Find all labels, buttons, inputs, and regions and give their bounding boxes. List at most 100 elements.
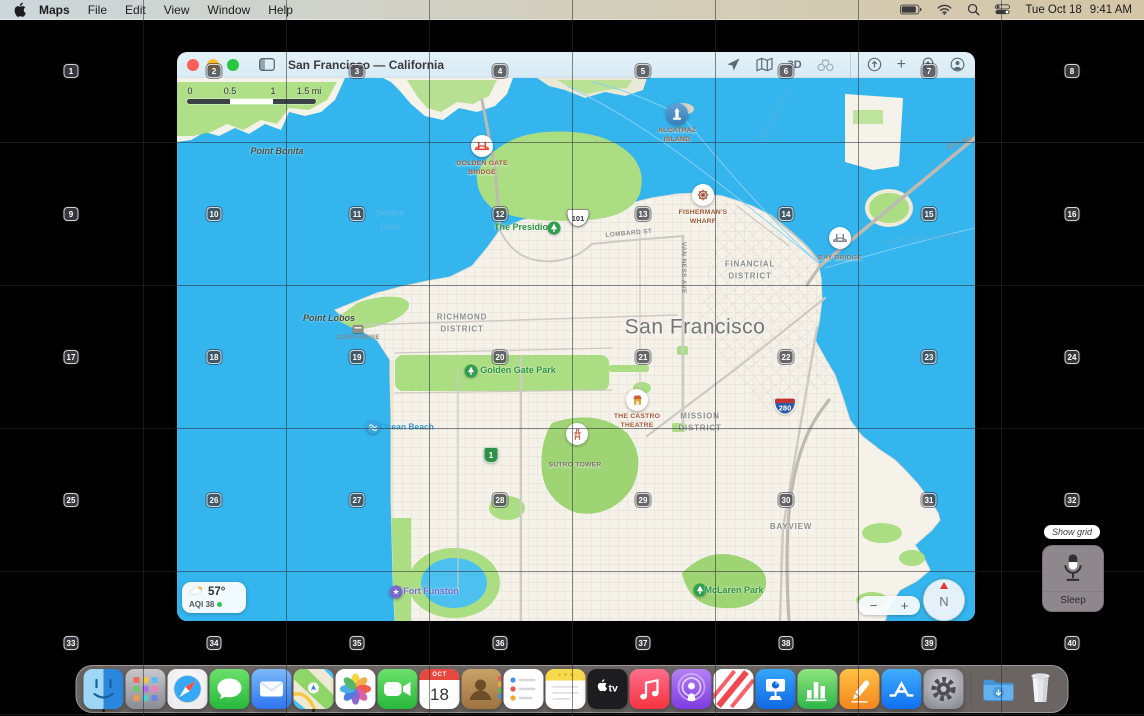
scale-tick: 0.5 <box>224 86 237 96</box>
sidebar-toggle-icon[interactable] <box>259 58 275 71</box>
weather-aqi: AQI 38 <box>189 600 214 609</box>
map-canvas[interactable]: Point BonitaGOLDEN GATE BRIDGEGolden Gat… <box>177 78 975 621</box>
presidio-icon[interactable] <box>548 222 561 235</box>
dock-divider <box>971 670 972 708</box>
dock: OCT18 tv <box>76 665 1069 713</box>
menu-bar-clock[interactable]: Tue Oct 18 9:41 AM <box>1025 4 1132 16</box>
screen: MapsFileEditViewWindowHelp Tue Oct 18 9:… <box>0 0 1144 716</box>
current-location-icon[interactable] <box>726 57 741 72</box>
point-bonita-label: Point Bonita <box>251 146 304 158</box>
control-center-icon[interactable] <box>995 4 1010 15</box>
lombard-st-label: LOMBARD ST <box>605 228 653 240</box>
map-mode-icon[interactable] <box>756 57 773 72</box>
sutro-tower-icon[interactable] <box>566 423 588 445</box>
menu-item-edit[interactable]: Edit <box>116 3 155 17</box>
dock-icon-podcasts[interactable] <box>672 669 712 709</box>
bay-bridge-label: BAY BRIDGE <box>818 255 862 264</box>
dock-icon-numbers[interactable] <box>798 669 838 709</box>
menu-item-maps[interactable]: Maps <box>30 3 79 17</box>
richmond-district-label: RICHMOND DISTRICT <box>437 311 487 334</box>
alcatraz-icon[interactable] <box>666 103 688 125</box>
menu-item-help[interactable]: Help <box>259 3 302 17</box>
dock-icon-safari[interactable] <box>168 669 208 709</box>
dock-icon-finder[interactable] <box>84 669 124 709</box>
close-button[interactable] <box>187 59 199 71</box>
dock-icon-settings[interactable] <box>924 669 964 709</box>
dock-icon-tv[interactable]: tv <box>588 669 628 709</box>
dock-icon-messages[interactable] <box>210 669 250 709</box>
dock-icon-notes[interactable] <box>546 669 586 709</box>
dock-icon-trash[interactable] <box>1021 669 1061 709</box>
account-icon[interactable] <box>950 57 965 72</box>
menu-item-view[interactable]: View <box>155 3 199 17</box>
voice-control-panel[interactable]: Sleep <box>1042 545 1104 612</box>
scale-tick: 1.5 mi <box>297 86 322 96</box>
voice-control-sleep-button[interactable]: Sleep <box>1043 591 1103 611</box>
golden-gate-park-icon[interactable] <box>465 365 478 378</box>
apple-menu-icon[interactable] <box>14 2 26 17</box>
dock-icon-contacts[interactable] <box>462 669 502 709</box>
fishermans-wharf-icon[interactable] <box>692 184 714 206</box>
point-lobos-label: Point Lobos <box>303 313 355 325</box>
scale-bar-segments <box>187 99 316 104</box>
calendar-month: OCT <box>420 669 460 680</box>
dock-icon-calendar[interactable]: OCT18 <box>420 669 460 709</box>
menu-items: MapsFileEditViewWindowHelp <box>30 3 302 17</box>
dock-icon-facetime[interactable] <box>378 669 418 709</box>
dock-icon-appstore[interactable] <box>882 669 922 709</box>
add-icon[interactable]: + <box>897 58 906 72</box>
dock-icon-pages[interactable] <box>840 669 880 709</box>
route-shield-101: 101 <box>567 209 590 227</box>
castro-theatre-icon[interactable] <box>626 389 648 411</box>
minimize-button[interactable] <box>207 59 219 71</box>
dock-icon-reminders[interactable] <box>504 669 544 709</box>
cliff-house-icon[interactable] <box>353 325 364 333</box>
look-around-icon[interactable] <box>817 58 834 72</box>
window-title: San Francisco — California <box>288 58 444 72</box>
fort-funston-icon[interactable]: ★ <box>390 586 403 599</box>
map-scale-bar: 0 0.5 1 1.5 mi <box>187 86 317 108</box>
menu-bar-status: Tue Oct 18 9:41 AM <box>900 3 1144 16</box>
zoom-in-button[interactable]: + <box>897 599 913 612</box>
menu-bar-time: 9:41 AM <box>1090 4 1132 16</box>
svg-text:tv: tv <box>609 683 618 695</box>
microphone-icon[interactable] <box>1060 546 1086 591</box>
ocean-beach-icon[interactable] <box>367 421 380 434</box>
dock-icon-music[interactable] <box>630 669 670 709</box>
golden-gate-label: Golden Gate <box>375 206 405 233</box>
dock-icon-launchpad[interactable] <box>126 669 166 709</box>
bay-bridge-icon[interactable] <box>829 227 851 249</box>
castro-theatre-label: THE CASTRO THEATRE <box>614 413 660 431</box>
running-indicator <box>312 709 315 712</box>
weather-widget[interactable]: 57° AQI 38 <box>182 582 246 613</box>
sutro-tower-label: SUTRO TOWER <box>548 462 601 471</box>
dock-icon-keynote[interactable] <box>756 669 796 709</box>
bayview-label: BAYVIEW <box>770 521 812 533</box>
map-zoom-controls: − + <box>858 596 920 615</box>
menu-item-file[interactable]: File <box>79 3 116 17</box>
drop-pin-icon[interactable] <box>921 57 935 72</box>
3d-mode-button[interactable]: 3D <box>788 59 802 71</box>
golden-gate-bridge-icon[interactable] <box>471 135 493 157</box>
fort-funston-label: Fort Funston <box>403 586 459 598</box>
compass-needle-icon <box>940 582 948 589</box>
share-icon[interactable] <box>867 57 882 72</box>
cliff-house-label: CLIFF HOUSE <box>336 335 379 343</box>
dock-icon-mail[interactable] <box>252 669 292 709</box>
window-titlebar[interactable]: San Francisco — California 3D + <box>177 52 975 78</box>
spotlight-icon[interactable] <box>967 3 980 16</box>
zoom-out-button[interactable]: − <box>866 599 882 612</box>
wifi-icon[interactable] <box>937 4 952 15</box>
dock-icon-news[interactable] <box>714 669 754 709</box>
menu-item-window[interactable]: Window <box>199 3 260 17</box>
compass[interactable]: N <box>923 579 965 621</box>
dock-icon-downloads[interactable] <box>979 669 1019 709</box>
dock-icon-maps[interactable] <box>294 669 334 709</box>
golden-gate-park-label: Golden Gate Park <box>480 365 556 377</box>
fullscreen-button[interactable] <box>227 59 239 71</box>
weather-icon <box>189 585 205 599</box>
battery-icon[interactable] <box>900 4 922 15</box>
voice-command-text: Show grid <box>1052 527 1092 537</box>
ocean-beach-label: Ocean Beach <box>380 421 434 432</box>
dock-icon-photos[interactable] <box>336 669 376 709</box>
